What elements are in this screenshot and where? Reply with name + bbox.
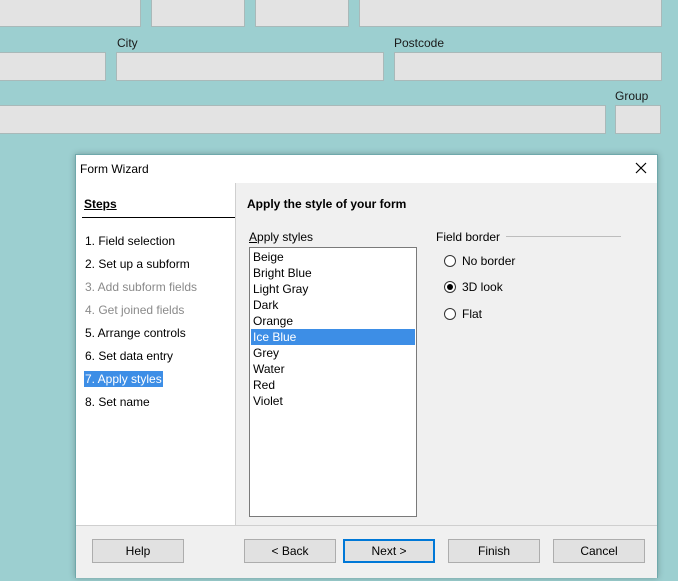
page-title: Apply the style of your form [247, 197, 407, 211]
steps-heading: Steps [84, 197, 117, 211]
bg-field-1[interactable] [0, 0, 141, 27]
style-option[interactable]: Red [251, 377, 415, 393]
form-wizard-dialog: Form Wizard Steps 1. Field selection 2. … [75, 154, 658, 578]
styles-label: Apply styles [249, 230, 314, 244]
style-option[interactable]: Orange [251, 313, 415, 329]
radio-label: 3D look [462, 280, 503, 294]
bg-field-left[interactable] [0, 52, 106, 81]
help-button[interactable]: Help [92, 539, 184, 563]
bg-field-3[interactable] [255, 0, 349, 27]
bg-field-2[interactable] [151, 0, 245, 27]
field-border-label: Field border [436, 230, 501, 244]
style-option[interactable]: Grey [251, 345, 415, 361]
city-field[interactable] [116, 52, 384, 81]
cancel-button[interactable]: Cancel [553, 539, 645, 563]
style-option[interactable]: Violet [251, 393, 415, 409]
bg-field-wide[interactable] [0, 105, 606, 134]
style-option[interactable]: Bright Blue [251, 265, 415, 281]
styles-label-text: pply styles [257, 230, 314, 244]
style-option[interactable]: Light Gray [251, 281, 415, 297]
style-option[interactable]: Beige [251, 249, 415, 265]
step-apply-styles[interactable]: 7. Apply styles [84, 371, 163, 387]
radio-circle [444, 308, 456, 320]
step-set-name[interactable]: 8. Set name [84, 394, 151, 410]
field-border-rule [506, 236, 621, 237]
radio-dot [447, 284, 453, 290]
style-option[interactable]: Water [251, 361, 415, 377]
panel-divider [235, 183, 236, 525]
radio-circle [444, 255, 456, 267]
radio-label: Flat [462, 307, 483, 321]
city-label: City [117, 36, 138, 50]
back-button[interactable]: < Back [244, 539, 336, 563]
step-set-up-subform[interactable]: 2. Set up a subform [84, 256, 191, 272]
close-icon[interactable] [633, 160, 649, 176]
steps-divider [82, 217, 235, 218]
finish-button[interactable]: Finish [448, 539, 540, 563]
dialog-title: Form Wizard [80, 162, 149, 176]
step-add-subform-fields: 3. Add subform fields [85, 280, 198, 294]
step-get-joined-fields: 4. Get joined fields [85, 303, 185, 317]
style-option[interactable]: Dark [251, 297, 415, 313]
styles-listbox[interactable]: Beige Bright Blue Light Gray Dark Orange… [249, 247, 417, 517]
step-arrange-controls[interactable]: 5. Arrange controls [84, 325, 187, 341]
radio-label: No border [462, 254, 516, 268]
button-bar: Help < Back Next > Finish Cancel [76, 525, 657, 578]
group-label: Group [615, 89, 649, 103]
step-set-data-entry[interactable]: 6. Set data entry [84, 348, 174, 364]
group-field[interactable] [615, 105, 661, 134]
next-button[interactable]: Next > [343, 539, 435, 563]
bg-field-4[interactable] [359, 0, 662, 27]
postcode-label: Postcode [394, 36, 445, 50]
radio-circle-checked [444, 281, 456, 293]
steps-panel: Steps 1. Field selection 2. Set up a sub… [76, 183, 235, 525]
dialog-titlebar: Form Wizard [76, 155, 657, 183]
postcode-field[interactable] [394, 52, 662, 81]
style-option-selected[interactable]: Ice Blue [251, 329, 415, 345]
step-field-selection[interactable]: 1. Field selection [84, 233, 176, 249]
